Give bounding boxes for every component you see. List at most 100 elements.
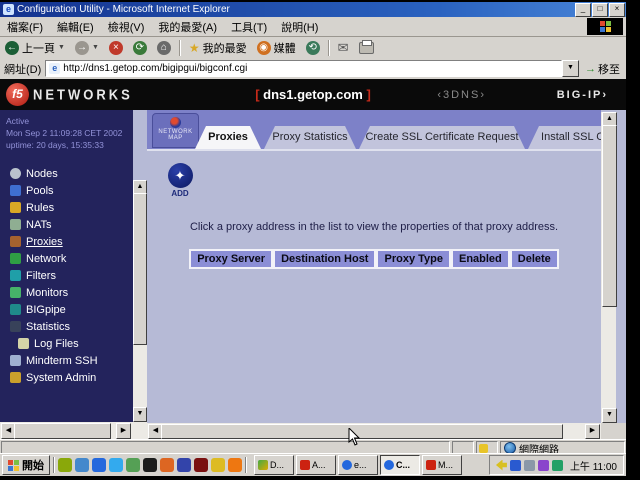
media-button[interactable]: ◉ 媒體 (252, 38, 301, 57)
task-button-2[interactable]: A... (296, 455, 336, 475)
forward-button[interactable]: → ▼ (70, 38, 104, 57)
column-delete[interactable]: Delete (510, 249, 559, 269)
close-button[interactable]: × (609, 3, 625, 17)
add-label: ADD (165, 189, 195, 198)
sidebar-item-bigpipe[interactable]: BIGpipe (0, 301, 133, 318)
tray-icon-2[interactable] (510, 460, 521, 471)
address-dropdown-icon[interactable]: ▼ (562, 60, 579, 77)
sidebar: Active Mon Sep 2 11:09:28 CET 2002 uptim… (0, 110, 133, 439)
menu-favorites[interactable]: 我的最愛(A) (151, 19, 224, 35)
quick-launch-icon-8[interactable] (177, 458, 191, 472)
column-destination-host[interactable]: Destination Host (273, 249, 376, 269)
toolbar-separator (328, 40, 330, 56)
go-button[interactable]: → 移至 (579, 61, 626, 77)
refresh-button[interactable]: ⟳ (128, 38, 152, 57)
scrollbar-thumb[interactable] (161, 424, 563, 439)
sidebar-item-system-admin[interactable]: System Admin (0, 369, 133, 386)
sidebar-item-rules[interactable]: Rules (0, 199, 133, 216)
tab-create-ssl-certificate-request[interactable]: Create SSL Certificate Request (359, 126, 525, 149)
tray-icon-5[interactable] (552, 460, 563, 471)
main-vertical-scrollbar[interactable]: ▲ ▼ (601, 112, 616, 423)
column-proxy-server[interactable]: Proxy Server (189, 249, 273, 269)
quick-launch-icon-2[interactable] (75, 458, 89, 472)
stop-button[interactable]: × (104, 38, 128, 57)
sidebar-vertical-scrollbar[interactable]: ▲ ▼ (133, 180, 147, 422)
sidebar-item-monitors[interactable]: Monitors (0, 284, 133, 301)
start-button[interactable]: 開始 (2, 455, 50, 475)
bigip-label: BIG-IP› (557, 89, 608, 101)
sidebar-item-log-files[interactable]: Log Files (0, 335, 133, 352)
sidebar-item-nodes[interactable]: Nodes (0, 165, 133, 182)
sidebar-item-statistics[interactable]: Statistics (0, 318, 133, 335)
scrollbar-thumb[interactable] (14, 423, 111, 439)
sidebar-item-network[interactable]: Network (0, 250, 133, 267)
minimize-button[interactable]: _ (575, 3, 591, 17)
scrollbar-thumb[interactable] (602, 125, 617, 307)
tray-icon-4[interactable] (538, 460, 549, 471)
menu-tools[interactable]: 工具(T) (224, 19, 274, 35)
task-button-1[interactable]: D... (254, 455, 294, 475)
back-button[interactable]: ← 上一頁 ▼ (0, 38, 70, 57)
address-input[interactable]: e http://dns1.getop.com/bigipgui/bigconf… (45, 60, 562, 77)
print-button[interactable] (354, 38, 379, 57)
quick-launch-icon-6[interactable] (143, 458, 157, 472)
monitors-icon (10, 287, 21, 298)
tab-install-ssl-certificate[interactable]: Install SSL Certifi (528, 126, 601, 149)
history-button[interactable]: ⟲ (301, 38, 325, 57)
quick-launch-icon-1[interactable] (58, 458, 72, 472)
network-map-button[interactable]: NETWORK MAP (152, 113, 199, 148)
quick-launch-icon-5[interactable] (126, 458, 140, 472)
tab-proxy-statistics[interactable]: Proxy Statistics (264, 126, 356, 149)
mindterm-ssh-icon (10, 355, 21, 366)
tray-icon-1[interactable] (496, 460, 507, 471)
media-icon: ◉ (257, 41, 271, 55)
quick-launch-icon-10[interactable] (211, 458, 225, 472)
scroll-down-icon[interactable]: ▼ (602, 408, 617, 423)
favorites-button[interactable]: ★ 我的最愛 (184, 38, 252, 57)
menu-view[interactable]: 檢視(V) (101, 19, 152, 35)
scroll-right-icon[interactable]: ▶ (585, 424, 600, 439)
quick-launch-icon-3[interactable] (92, 458, 106, 472)
mail-button[interactable]: ✉ (333, 38, 354, 57)
scroll-right-icon[interactable]: ▶ (116, 423, 131, 439)
quick-launch-icon-7[interactable] (160, 458, 174, 472)
scrollbar-thumb[interactable] (133, 193, 147, 345)
quick-launch-icon-11[interactable] (228, 458, 242, 472)
sidebar-horizontal-scrollbar[interactable]: ◀ ▶ (0, 422, 147, 439)
sidebar-item-filters[interactable]: Filters (0, 267, 133, 284)
task-button-configuration-utility[interactable]: C... (380, 455, 420, 475)
network-map-icon (170, 117, 181, 128)
column-enabled[interactable]: Enabled (451, 249, 510, 269)
column-proxy-type[interactable]: Proxy Type (376, 249, 451, 269)
favorites-label: 我的最愛 (203, 40, 247, 56)
menu-help[interactable]: 說明(H) (274, 19, 325, 35)
quick-launch-icon-9[interactable] (194, 458, 208, 472)
sidebar-item-pools[interactable]: Pools (0, 182, 133, 199)
f5-banner: f5 NETWORKS [ dns1.getop.com ] ‹3DNS› BI… (0, 79, 626, 110)
sidebar-item-nats[interactable]: NATs (0, 216, 133, 233)
forward-dropdown-icon[interactable]: ▼ (92, 44, 99, 51)
sidebar-item-mindterm-ssh[interactable]: Mindterm SSH (0, 352, 133, 369)
task-button-5[interactable]: M... (422, 455, 462, 475)
tray-icon-3[interactable] (524, 460, 535, 471)
title-bar[interactable]: e Configuration Utility - Microsoft Inte… (0, 2, 626, 17)
menu-edit[interactable]: 編輯(E) (50, 19, 101, 35)
nats-icon (10, 219, 21, 230)
sidebar-item-proxies[interactable]: Proxies (0, 233, 133, 250)
add-proxy-control[interactable]: ✦ ADD (165, 163, 195, 198)
add-icon[interactable]: ✦ (168, 163, 193, 188)
menu-file[interactable]: 檔案(F) (0, 19, 50, 35)
home-button[interactable]: ⌂ (152, 38, 176, 57)
scroll-down-icon[interactable]: ▼ (133, 407, 147, 422)
task-button-3[interactable]: e... (338, 455, 378, 475)
history-icon: ⟲ (306, 41, 320, 55)
main-frame: NETWORK MAP Proxies Proxy Statistics Cre… (147, 110, 601, 439)
desktop: e Configuration Utility - Microsoft Inte… (0, 0, 640, 480)
main-horizontal-scrollbar[interactable]: ◀ ▶ (147, 423, 601, 439)
maximize-button[interactable]: □ (592, 3, 608, 17)
back-icon: ← (5, 41, 19, 55)
quick-launch-icon-4[interactable] (109, 458, 123, 472)
tab-proxies[interactable]: Proxies (195, 126, 261, 149)
back-dropdown-icon[interactable]: ▼ (58, 44, 65, 51)
app-icon (258, 460, 268, 470)
